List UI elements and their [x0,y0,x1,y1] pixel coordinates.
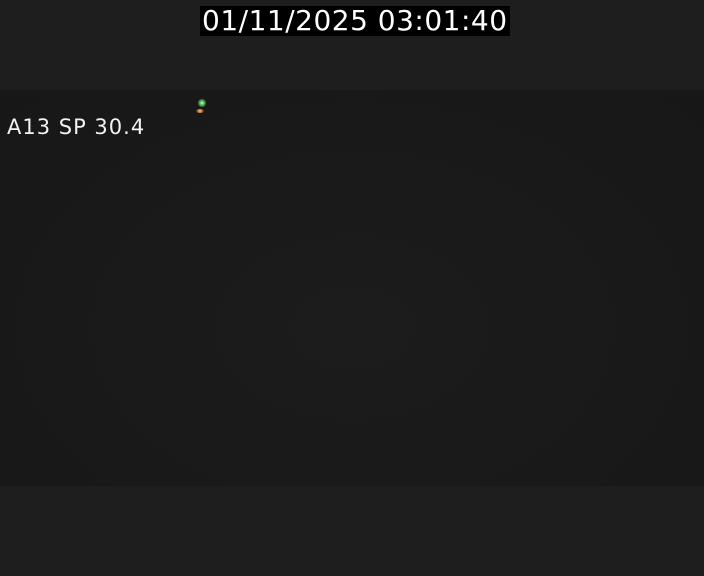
distant-orange-light [196,109,204,113]
camera-frame: 01/11/2025 03:01:40 A13 SP 30.4 [0,0,704,576]
night-scene-image [0,90,704,486]
timestamp-overlay: 01/11/2025 03:01:40 [200,4,510,37]
distant-green-light [198,99,206,107]
camera-location-label: A13 SP 30.4 [7,115,146,139]
